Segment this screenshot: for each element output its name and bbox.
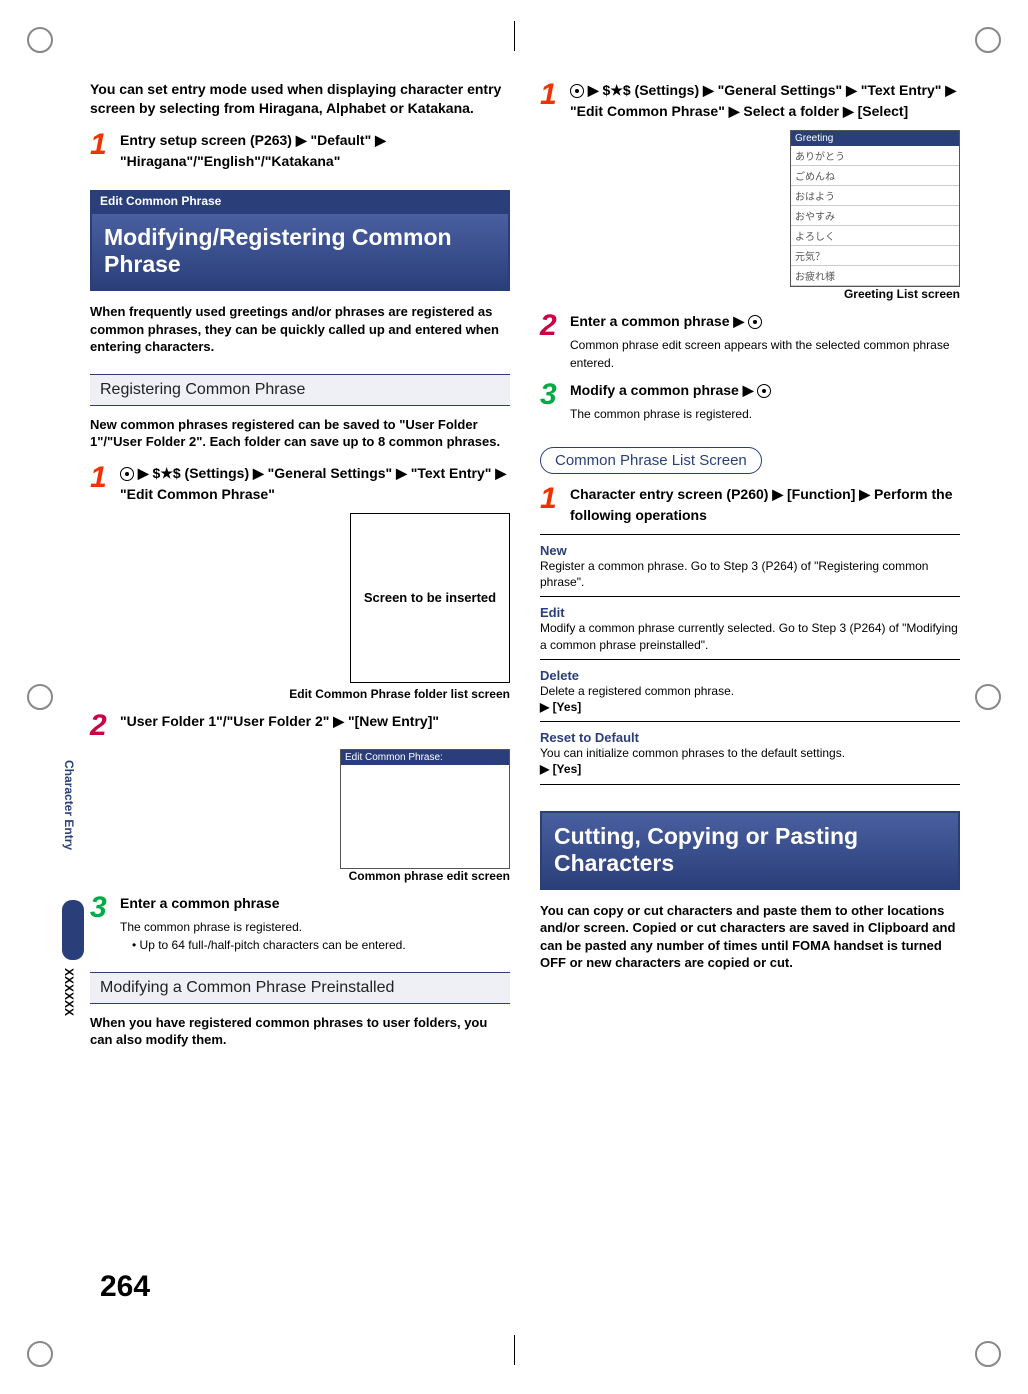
step-lead: Enter a common phrase	[120, 893, 510, 914]
sub-desc: New common phrases registered can be sav…	[90, 416, 510, 451]
crop-mark	[968, 20, 1008, 60]
greeting-list-screenshot: Greeting ありがとう ごめんね おはよう おやすみ よろしく 元気？ お…	[790, 130, 960, 287]
list-item: 元気？	[791, 246, 959, 266]
intro-text: You can set entry mode used when display…	[90, 80, 510, 118]
step-number: 2	[540, 311, 570, 341]
crop-mark	[968, 1334, 1008, 1374]
sub-heading-registering: Registering Common Phrase	[90, 374, 510, 406]
option-edit-title: Edit	[540, 605, 960, 620]
step-number: 2	[90, 711, 120, 741]
option-new-title: New	[540, 543, 960, 558]
step-text: "User Folder 1"/"User Folder 2" ▶ "[New …	[120, 713, 439, 729]
option-edit-body: Modify a common phrase currently selecte…	[540, 620, 960, 652]
step-lead: Enter a common phrase ▶	[570, 313, 748, 329]
center-key-icon	[120, 467, 134, 481]
category-bar: Edit Common Phrase	[90, 190, 510, 212]
option-delete-action: ▶ [Yes]	[540, 699, 960, 715]
list-item: ありがとう	[791, 146, 959, 166]
crop-mark	[494, 20, 534, 60]
option-reset-action: ▶ [Yes]	[540, 761, 960, 777]
crop-mark	[494, 1334, 534, 1374]
divider	[540, 721, 960, 722]
step-modify-common-phrase: 3 Modify a common phrase ▶ The common ph…	[540, 380, 960, 423]
step-nav-edit-phrase: 1 ▶ $★$ (Settings) ▶ "General Settings" …	[90, 463, 510, 505]
step-text: ▶ $★$ (Settings) ▶ "General Settings" ▶ …	[120, 465, 506, 502]
divider	[540, 659, 960, 660]
section-desc-cutcopy: You can copy or cut characters and paste…	[540, 902, 960, 972]
step-number: 3	[90, 893, 120, 923]
list-item: おやすみ	[791, 206, 959, 226]
step-enter-phrase: 3 Enter a common phrase The common phras…	[90, 893, 510, 954]
screenshot-placeholder: Screen to be inserted	[350, 513, 510, 683]
divider	[540, 534, 960, 535]
crop-mark	[20, 677, 60, 717]
step-number: 1	[540, 484, 570, 514]
divider	[540, 596, 960, 597]
screenshot-caption: Greeting List screen	[540, 287, 960, 301]
divider	[540, 784, 960, 785]
crop-mark	[968, 677, 1008, 717]
step-enter-common-phrase: 2 Enter a common phrase ▶ Common phrase …	[540, 311, 960, 372]
step-entry-setup: 1 Entry setup screen (P263) ▶ "Default" …	[90, 130, 510, 172]
list-item: ごめんね	[791, 166, 959, 186]
center-key-icon	[757, 384, 771, 398]
sub-desc: When you have registered common phrases …	[90, 1014, 510, 1049]
left-column: You can set entry mode used when display…	[90, 80, 510, 1061]
step-sub: Common phrase edit screen appears with t…	[570, 336, 960, 372]
sub-heading-modifying: Modifying a Common Phrase Preinstalled	[90, 972, 510, 1004]
side-tab-indicator	[62, 900, 84, 960]
step-sub: The common phrase is registered.	[570, 405, 960, 423]
step-number: 1	[90, 130, 120, 160]
option-new-body: Register a common phrase. Go to Step 3 (…	[540, 558, 960, 590]
center-key-icon	[570, 84, 584, 98]
step-nav-select-folder: 1 ▶ $★$ (Settings) ▶ "General Settings" …	[540, 80, 960, 122]
option-delete-title: Delete	[540, 668, 960, 683]
option-reset-title: Reset to Default	[540, 730, 960, 745]
step-text: Entry setup screen (P263) ▶ "Default" ▶ …	[120, 132, 386, 169]
edit-phrase-screenshot: Edit Common Phrase:	[340, 749, 510, 869]
screenshot-caption: Edit Common Phrase folder list screen	[90, 687, 510, 701]
step-number: 1	[540, 80, 570, 110]
page-number: 264	[100, 1270, 150, 1304]
side-tab-label: Character Entry	[62, 760, 76, 850]
step-text: ▶ $★$ (Settings) ▶ "General Settings" ▶ …	[570, 82, 956, 119]
section-title-cutcopy: Cutting, Copying or Pasting Characters	[540, 811, 960, 890]
step-function-menu: 1 Character entry screen (P260) ▶ [Funct…	[540, 484, 960, 526]
step-lead: Modify a common phrase ▶	[570, 382, 757, 398]
list-item: よろしく	[791, 226, 959, 246]
side-placeholder: XXXXXX	[62, 968, 76, 1016]
list-item: おはよう	[791, 186, 959, 206]
step-text: Character entry screen (P260) ▶ [Functio…	[570, 486, 953, 523]
section-title: Modifying/Registering Common Phrase	[90, 212, 510, 291]
option-reset-body: You can initialize common phrases to the…	[540, 745, 960, 761]
list-item: お疲れ様	[791, 266, 959, 286]
step-number: 1	[90, 463, 120, 493]
screenshot-titlebar: Greeting	[791, 131, 959, 146]
section-desc: When frequently used greetings and/or ph…	[90, 303, 510, 356]
screenshot-caption: Common phrase edit screen	[90, 869, 510, 883]
greeting-rows: ありがとう ごめんね おはよう おやすみ よろしく 元気？ お疲れ様	[791, 146, 959, 286]
screenshot-titlebar: Edit Common Phrase:	[341, 750, 509, 765]
crop-mark	[20, 1334, 60, 1374]
crop-mark	[20, 20, 60, 60]
step-bullet: • Up to 64 full-/half-pitch characters c…	[132, 936, 510, 954]
option-delete-body: Delete a registered common phrase.	[540, 683, 960, 699]
step-sub: The common phrase is registered.	[120, 918, 510, 936]
center-key-icon	[748, 315, 762, 329]
step-select-folder: 2 "User Folder 1"/"User Folder 2" ▶ "[Ne…	[90, 711, 510, 741]
step-number: 3	[540, 380, 570, 410]
pill-heading: Common Phrase List Screen	[540, 447, 762, 474]
right-column: 1 ▶ $★$ (Settings) ▶ "General Settings" …	[540, 80, 960, 1061]
